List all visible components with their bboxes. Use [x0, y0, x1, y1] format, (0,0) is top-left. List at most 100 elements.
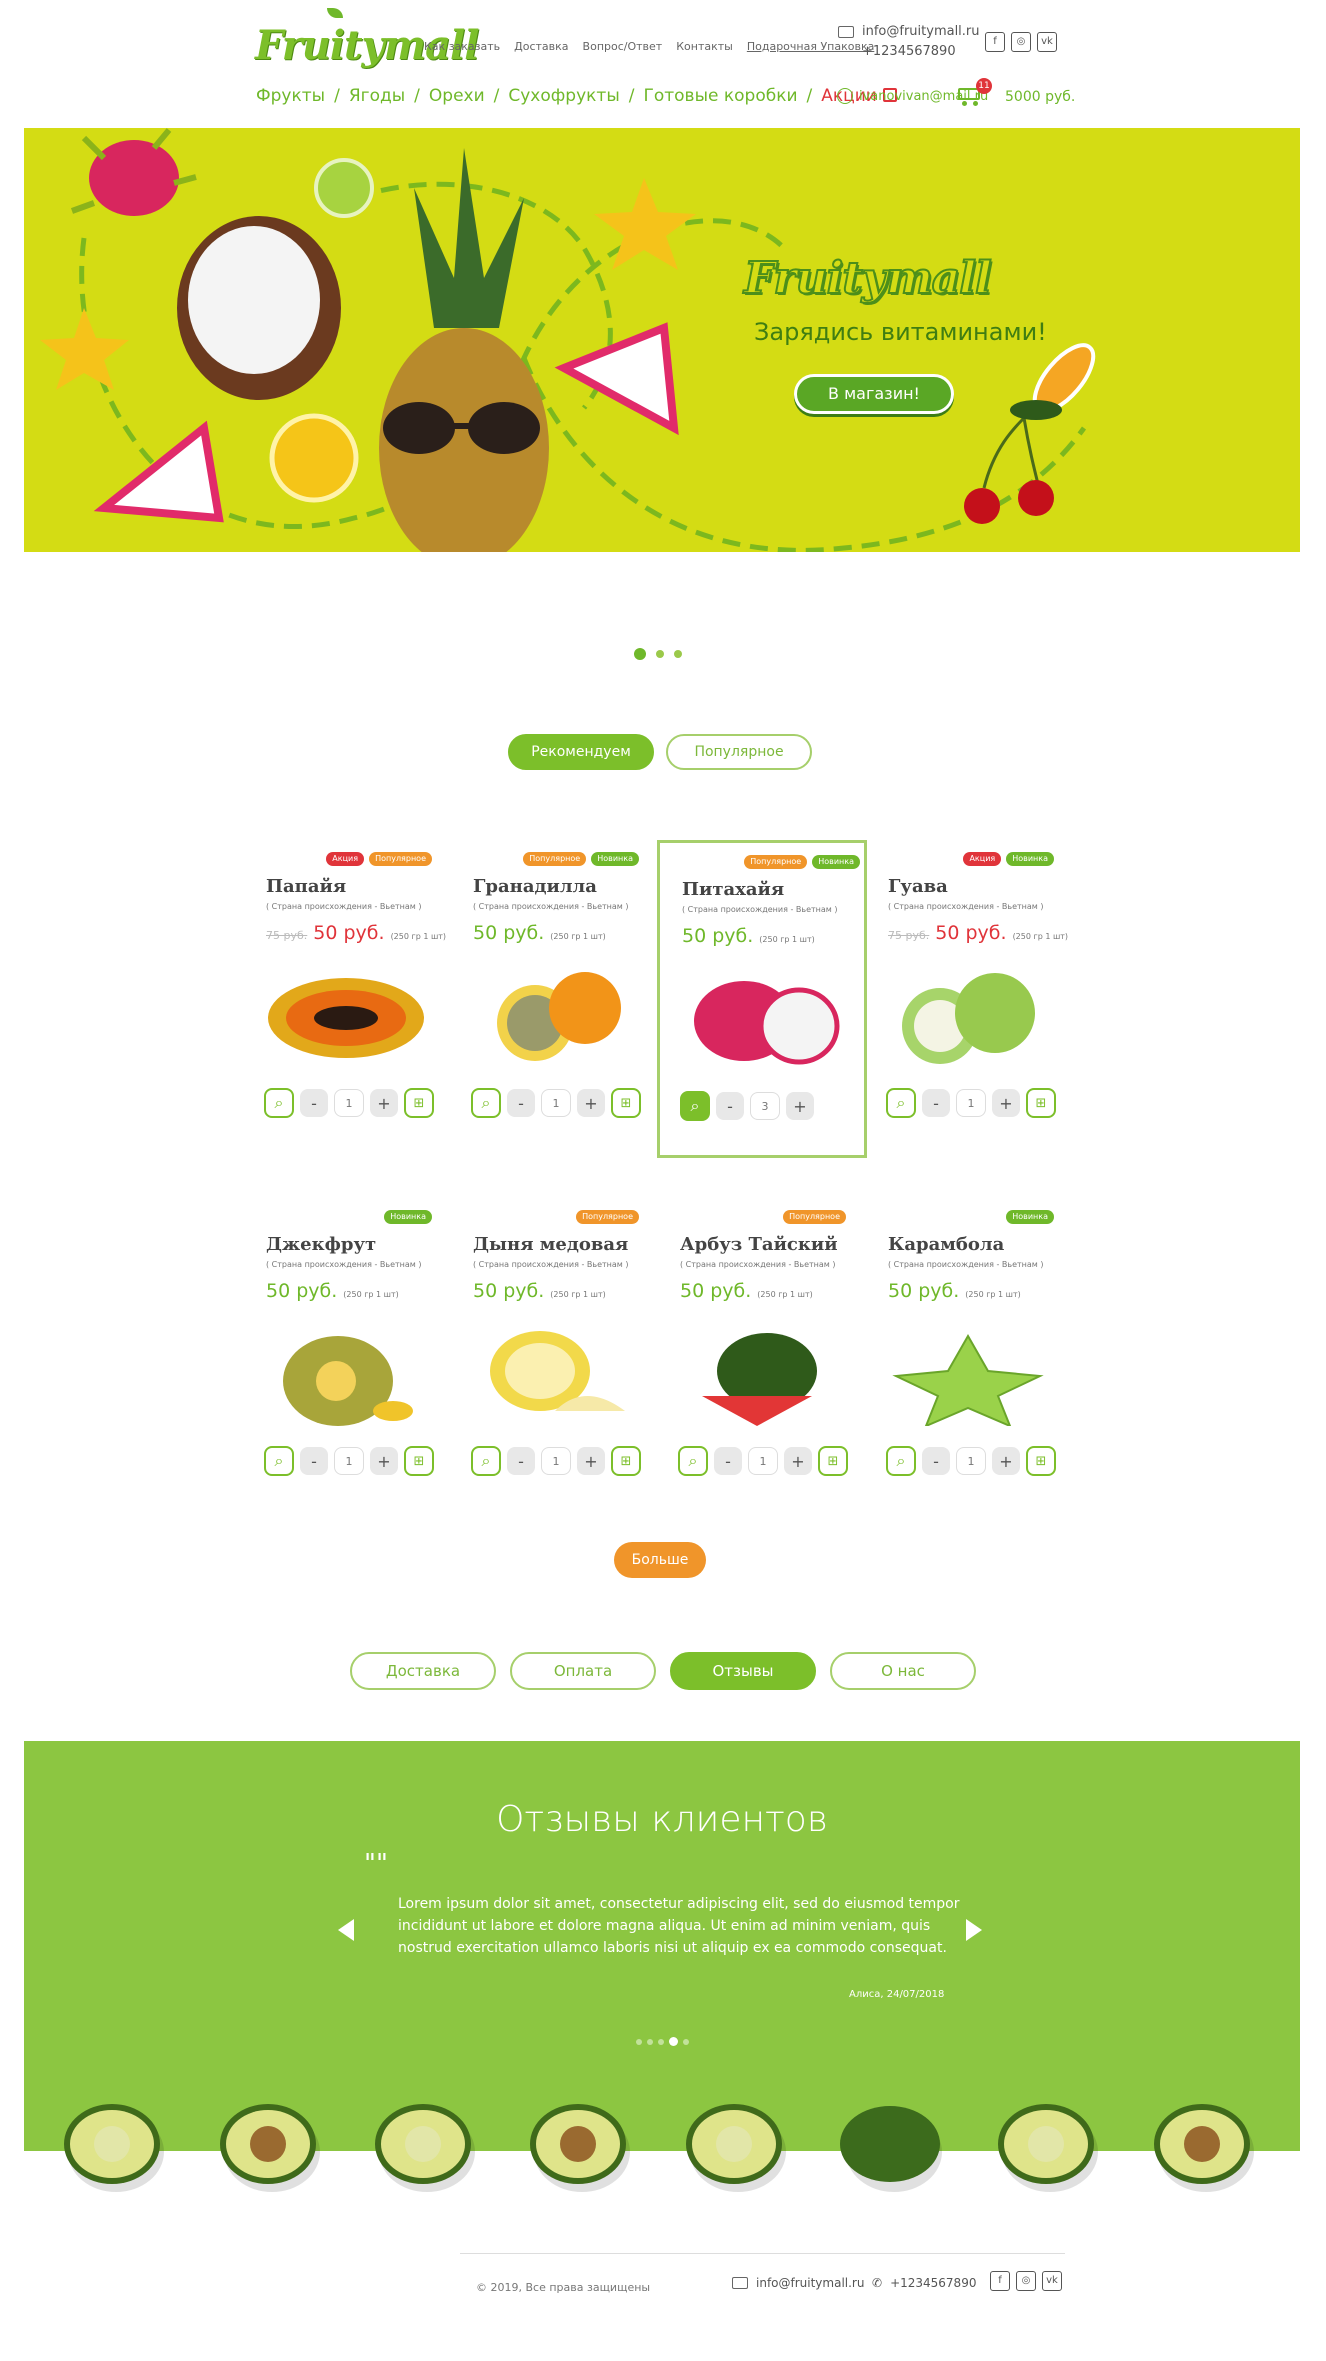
- instagram-icon[interactable]: ◎: [1016, 2271, 1036, 2291]
- decrease-button[interactable]: -: [300, 1447, 328, 1475]
- quantity-field[interactable]: 1: [541, 1089, 571, 1117]
- slider-dot[interactable]: [636, 2038, 642, 2045]
- product-card[interactable]: Популярное Новинка Питахайя ( Страна происх…: [657, 840, 867, 1158]
- product-name[interactable]: Карамбола: [888, 1234, 1004, 1255]
- product-name[interactable]: Арбуз Тайский: [680, 1234, 838, 1255]
- decrease-button[interactable]: -: [300, 1089, 328, 1117]
- product-image[interactable]: [674, 971, 852, 1071]
- product-image[interactable]: [880, 968, 1058, 1068]
- add-to-cart-icon[interactable]: ⊞: [404, 1088, 434, 1118]
- top-link-contacts[interactable]: Контакты: [676, 40, 733, 53]
- product-card[interactable]: Популярное Дыня медовая ( Страна происхожд…: [465, 1198, 643, 1498]
- product-name[interactable]: Гуава: [888, 876, 948, 897]
- decrease-button[interactable]: -: [922, 1447, 950, 1475]
- top-link-delivery[interactable]: Доставка: [514, 40, 568, 53]
- nav-boxes[interactable]: Готовые коробки: [643, 86, 797, 106]
- increase-button[interactable]: +: [992, 1447, 1020, 1475]
- add-to-cart-icon[interactable]: ⊞: [611, 1088, 641, 1118]
- tab-payment[interactable]: Оплата: [510, 1652, 656, 1690]
- tab-popular[interactable]: Популярное: [666, 734, 812, 770]
- quantity-field[interactable]: 1: [956, 1089, 986, 1117]
- product-name[interactable]: Папайя: [266, 876, 346, 897]
- zoom-icon[interactable]: ⌕: [886, 1446, 916, 1476]
- increase-button[interactable]: +: [577, 1089, 605, 1117]
- product-name[interactable]: Питахайя: [682, 879, 784, 900]
- product-name[interactable]: Джекфрут: [266, 1234, 376, 1255]
- header-email[interactable]: info@fruitymall.ru: [862, 22, 980, 42]
- quantity-field[interactable]: 1: [334, 1089, 364, 1117]
- add-to-cart-icon[interactable]: ⊞: [1026, 1088, 1056, 1118]
- product-image[interactable]: [258, 968, 436, 1068]
- next-arrow-icon[interactable]: [966, 1919, 982, 1941]
- decrease-button[interactable]: -: [507, 1089, 535, 1117]
- nav-fruits[interactable]: Фрукты: [256, 86, 325, 106]
- product-name[interactable]: Гранадилла: [473, 876, 597, 897]
- top-link-how-to-order[interactable]: Как заказать: [424, 40, 500, 53]
- vk-icon[interactable]: vk: [1037, 32, 1057, 52]
- product-image[interactable]: [672, 1326, 850, 1426]
- instagram-icon[interactable]: ◎: [1011, 32, 1031, 52]
- tab-about[interactable]: О нас: [830, 1652, 976, 1690]
- increase-button[interactable]: +: [784, 1447, 812, 1475]
- shop-button[interactable]: В магазин!: [794, 374, 954, 414]
- facebook-icon[interactable]: f: [990, 2271, 1010, 2291]
- facebook-icon[interactable]: f: [985, 32, 1005, 52]
- zoom-icon[interactable]: ⌕: [886, 1088, 916, 1118]
- slider-dot[interactable]: [634, 648, 646, 660]
- prev-arrow-icon[interactable]: [338, 1919, 354, 1941]
- zoom-icon[interactable]: ⌕: [264, 1088, 294, 1118]
- header-phone[interactable]: +1234567890: [862, 42, 956, 62]
- quantity-field[interactable]: 3: [750, 1092, 780, 1120]
- slider-dot[interactable]: [674, 650, 682, 658]
- product-card[interactable]: Популярное Новинка Гранадилла ( Страна прои…: [465, 840, 643, 1140]
- zoom-icon[interactable]: ⌕: [471, 1088, 501, 1118]
- tab-reviews[interactable]: Отзывы: [670, 1652, 816, 1690]
- zoom-icon[interactable]: ⌕: [264, 1446, 294, 1476]
- slider-dot[interactable]: [669, 2037, 678, 2046]
- quantity-field[interactable]: 1: [541, 1447, 571, 1475]
- nav-nuts[interactable]: Орехи: [429, 86, 485, 106]
- decrease-button[interactable]: -: [714, 1447, 742, 1475]
- quantity-field[interactable]: 1: [748, 1447, 778, 1475]
- product-image[interactable]: [465, 968, 643, 1068]
- nav-dried-fruits[interactable]: Сухофрукты: [508, 86, 619, 106]
- quantity-field[interactable]: 1: [334, 1447, 364, 1475]
- footer-phone[interactable]: ✆ +1234567890: [872, 2276, 976, 2290]
- zoom-icon[interactable]: ⌕: [680, 1091, 710, 1121]
- top-link-faq[interactable]: Вопрос/Ответ: [583, 40, 663, 53]
- slider-dot[interactable]: [683, 2038, 689, 2045]
- product-card[interactable]: Новинка Джекфрут ( Страна происхождения - …: [258, 1198, 436, 1498]
- increase-button[interactable]: +: [370, 1447, 398, 1475]
- decrease-button[interactable]: -: [716, 1092, 744, 1120]
- tab-recommended[interactable]: Рекомендуем: [508, 734, 654, 770]
- product-name[interactable]: Дыня медовая: [473, 1234, 628, 1255]
- zoom-icon[interactable]: ⌕: [471, 1446, 501, 1476]
- quantity-field[interactable]: 1: [956, 1447, 986, 1475]
- cart-button[interactable]: 11: [956, 78, 992, 106]
- add-to-cart-icon[interactable]: ⊞: [404, 1446, 434, 1476]
- increase-button[interactable]: +: [370, 1089, 398, 1117]
- product-image[interactable]: [880, 1326, 1058, 1426]
- product-image[interactable]: [258, 1326, 436, 1426]
- slider-dot[interactable]: [658, 2038, 664, 2045]
- increase-button[interactable]: +: [577, 1447, 605, 1475]
- product-card[interactable]: Новинка Карамбола ( Страна происхождения -…: [880, 1198, 1058, 1498]
- add-to-cart-icon[interactable]: ⊞: [818, 1446, 848, 1476]
- increase-button[interactable]: +: [786, 1092, 814, 1120]
- add-to-cart-icon[interactable]: ⊞: [611, 1446, 641, 1476]
- product-card[interactable]: Акция Новинка Гуава ( Страна происхождения …: [880, 840, 1068, 1140]
- product-card[interactable]: Популярное Арбуз Тайский ( Страна происхож…: [672, 1198, 850, 1498]
- product-card[interactable]: Акция Популярное Папайя ( Страна происхожде…: [258, 840, 446, 1140]
- vk-icon[interactable]: vk: [1042, 2271, 1062, 2291]
- add-to-cart-icon[interactable]: ⊞: [1026, 1446, 1056, 1476]
- tab-delivery[interactable]: Доставка: [350, 1652, 496, 1690]
- nav-berries[interactable]: Ягоды: [349, 86, 405, 106]
- footer-email[interactable]: info@fruitymall.ru: [732, 2276, 864, 2290]
- slider-dot[interactable]: [647, 2038, 653, 2045]
- more-button[interactable]: Больше: [614, 1542, 706, 1578]
- slider-dot[interactable]: [656, 650, 664, 658]
- product-image[interactable]: [465, 1326, 643, 1426]
- decrease-button[interactable]: -: [507, 1447, 535, 1475]
- increase-button[interactable]: +: [992, 1089, 1020, 1117]
- zoom-icon[interactable]: ⌕: [678, 1446, 708, 1476]
